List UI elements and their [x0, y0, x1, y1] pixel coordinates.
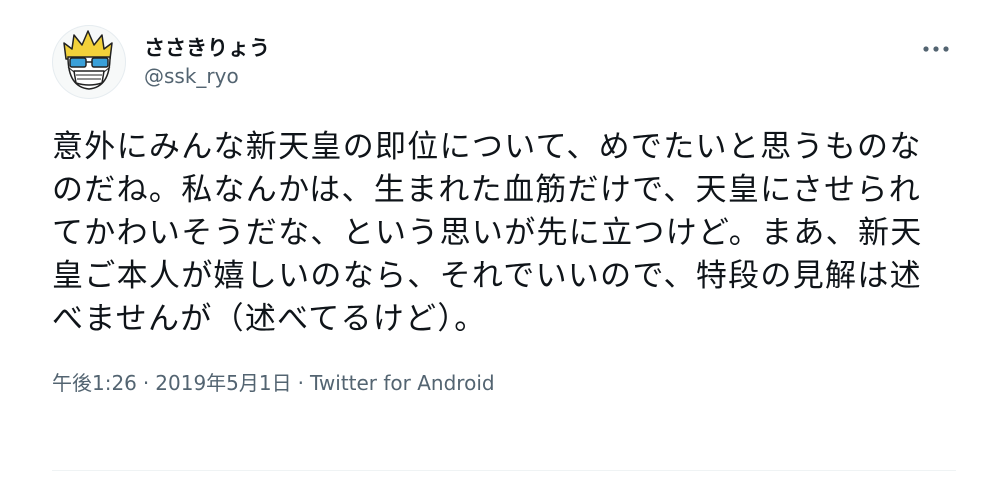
- tweet-meta: 午後1:26 · 2019年5月1日 · Twitter for Android: [52, 369, 956, 397]
- more-dots-icon: [923, 46, 949, 52]
- tweet-source[interactable]: Twitter for Android: [310, 369, 495, 397]
- tweet-date[interactable]: 2019年5月1日: [155, 369, 291, 397]
- divider: [52, 470, 956, 471]
- meta-separator: ·: [297, 371, 304, 395]
- tweet-card: ささきりょう @ssk_ryo 意外にみんな新天皇の即位について、めでたいと思う…: [0, 0, 1000, 480]
- tweet-time[interactable]: 午後1:26: [52, 369, 137, 397]
- more-options-button[interactable]: [916, 34, 956, 64]
- user-handle[interactable]: @ssk_ryo: [144, 62, 270, 90]
- avatar-illustration: [63, 30, 113, 90]
- user-info: ささきりょう @ssk_ryo: [144, 34, 270, 90]
- display-name[interactable]: ささきりょう: [144, 34, 270, 62]
- tweet-text: 意外にみんな新天皇の即位について、めでたいと思うものなのだね。私なんかは、生まれ…: [52, 129, 923, 337]
- meta-separator: ·: [142, 371, 150, 395]
- avatar[interactable]: [52, 25, 126, 99]
- tweet-header: ささきりょう @ssk_ryo: [52, 22, 956, 102]
